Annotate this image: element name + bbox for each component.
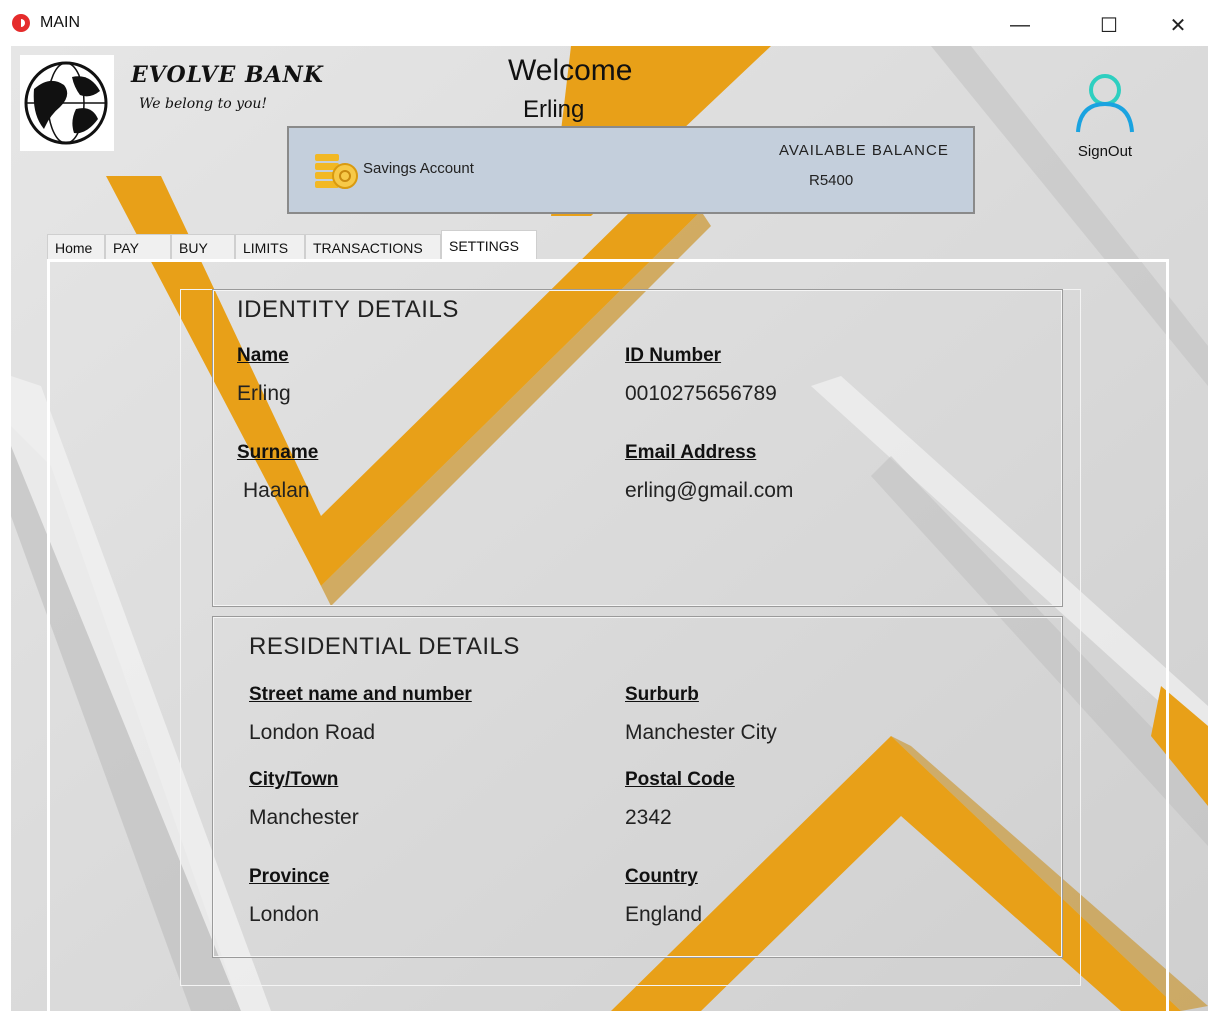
province-value: London bbox=[249, 903, 320, 926]
residential-title: RESIDENTIAL DETAILS bbox=[249, 633, 520, 660]
suburb-value: Manchester City bbox=[625, 721, 777, 744]
balance-label: AVAILABLE BALANCE bbox=[779, 142, 949, 159]
coins-icon bbox=[315, 154, 358, 189]
tab-settings[interactable]: SETTINGS bbox=[441, 230, 537, 260]
window-title: MAIN bbox=[40, 14, 80, 31]
account-type: Savings Account bbox=[363, 160, 474, 177]
window-titlebar: MAIN — ☐ ✕ bbox=[0, 0, 1208, 46]
country-label: Country bbox=[625, 866, 698, 887]
balance-value: R5400 bbox=[809, 172, 854, 189]
suburb-label: Surburb bbox=[625, 684, 699, 705]
tab-limits[interactable]: LIMITS bbox=[235, 234, 305, 260]
brand-name: EVOLVE BANK bbox=[131, 62, 324, 88]
tab-home[interactable]: Home bbox=[47, 234, 105, 260]
account-panel: Savings Account AVAILABLE BALANCE R5400 bbox=[287, 126, 975, 214]
signout-label: SignOut bbox=[1077, 143, 1133, 160]
id-number-value: 0010275656789 bbox=[625, 382, 777, 405]
globe-icon bbox=[24, 61, 108, 145]
residential-details-group: RESIDENTIAL DETAILS Street name and numb… bbox=[212, 616, 1063, 958]
tab-buy[interactable]: BUY bbox=[171, 234, 235, 260]
maximize-button[interactable]: ☐ bbox=[1089, 8, 1129, 42]
province-label: Province bbox=[249, 866, 330, 887]
minimize-button[interactable]: — bbox=[1000, 8, 1040, 42]
city-value: Manchester bbox=[249, 806, 359, 829]
surname-value: Haalan bbox=[243, 479, 310, 502]
name-label: Name bbox=[237, 345, 289, 366]
main-canvas: EVOLVE BANK We belong to you! Welcome Er… bbox=[11, 46, 1208, 1011]
surname-label: Surname bbox=[237, 442, 319, 463]
tab-pay[interactable]: PAY bbox=[105, 234, 171, 260]
postal-code-value: 2342 bbox=[625, 806, 672, 829]
street-value: London Road bbox=[249, 721, 376, 744]
app-icon bbox=[12, 14, 30, 32]
tab-transactions[interactable]: TRANSACTIONS bbox=[305, 234, 441, 260]
street-label: Street name and number bbox=[249, 684, 472, 705]
welcome-heading: Welcome bbox=[508, 54, 633, 87]
name-value: Erling bbox=[237, 382, 291, 405]
identity-details-group: IDENTITY DETAILS Name Erling ID Number 0… bbox=[212, 289, 1063, 607]
welcome-username: Erling bbox=[523, 96, 585, 123]
tab-bar: Home PAY BUY LIMITS TRANSACTIONS SETTING… bbox=[47, 230, 537, 260]
city-label: City/Town bbox=[249, 769, 339, 790]
signout-button[interactable]: SignOut bbox=[1065, 72, 1145, 192]
id-number-label: ID Number bbox=[625, 345, 722, 366]
brand-slogan: We belong to you! bbox=[139, 96, 268, 112]
identity-title: IDENTITY DETAILS bbox=[237, 296, 459, 323]
postal-code-label: Postal Code bbox=[625, 769, 735, 790]
country-value: England bbox=[625, 903, 703, 926]
email-label: Email Address bbox=[625, 442, 757, 463]
close-button[interactable]: ✕ bbox=[1158, 8, 1198, 42]
user-icon bbox=[1076, 74, 1134, 133]
bank-logo bbox=[20, 55, 114, 151]
email-value: erling@gmail.com bbox=[625, 479, 794, 502]
